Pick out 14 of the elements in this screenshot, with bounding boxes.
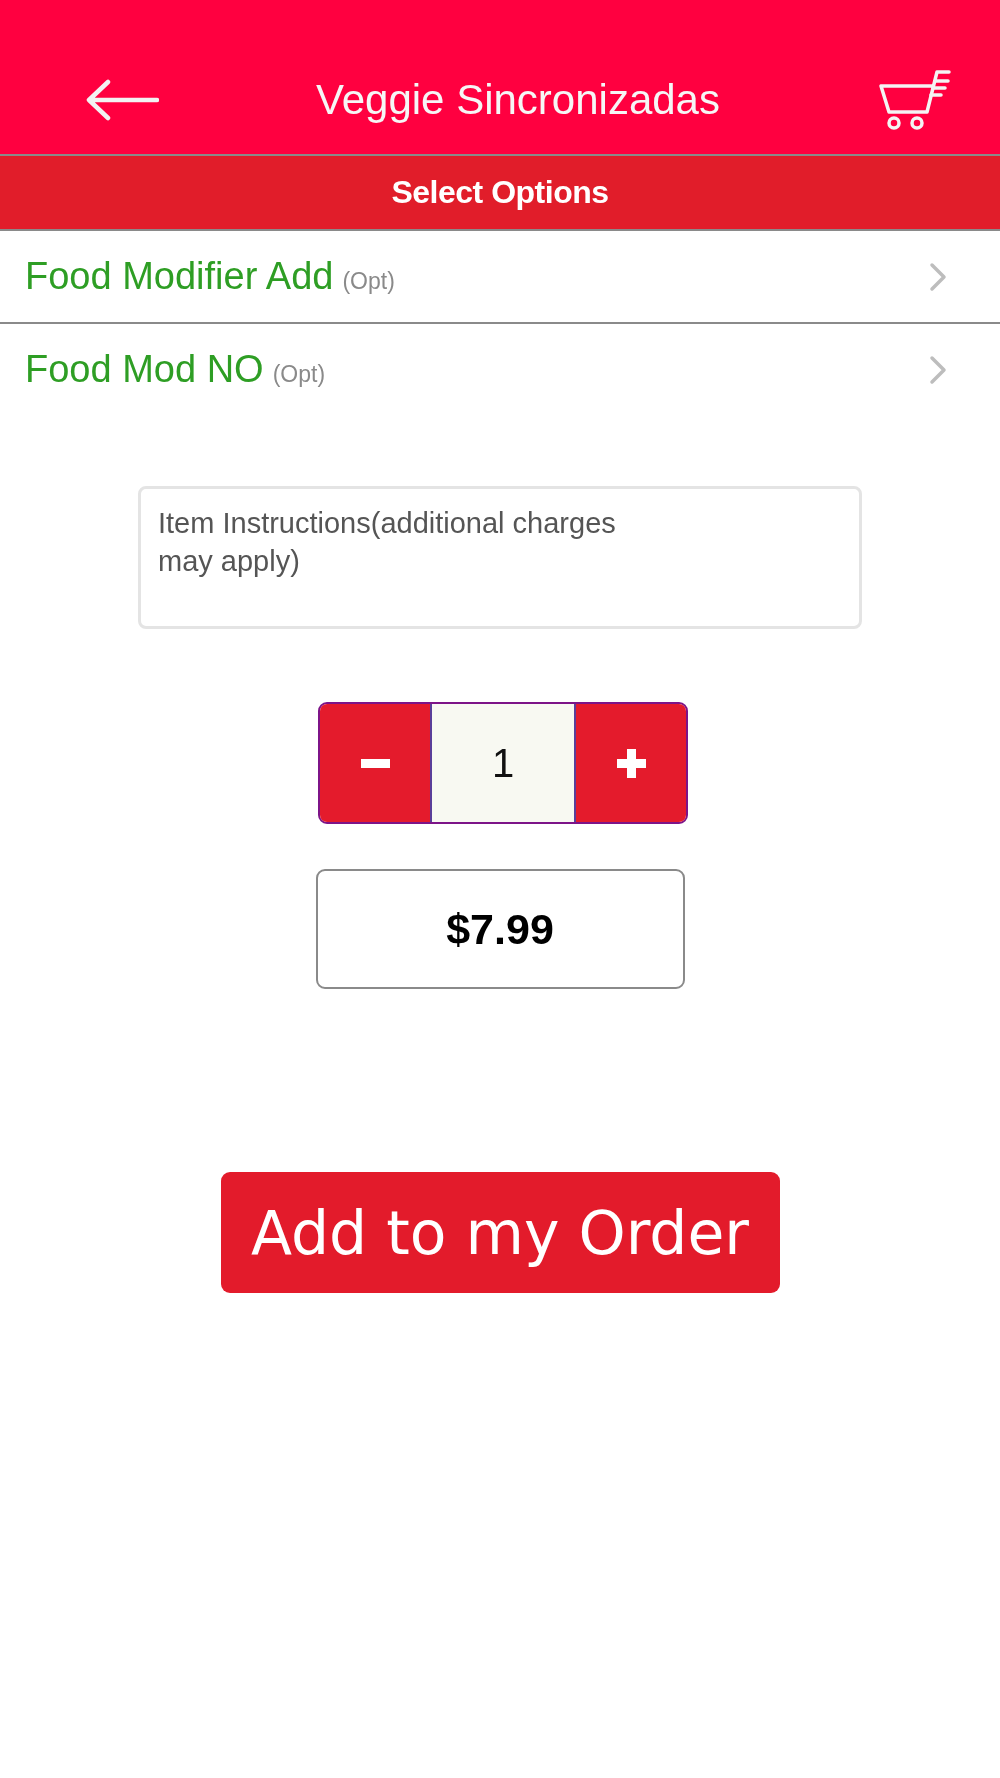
increase-button[interactable] xyxy=(576,704,686,822)
instructions-field[interactable]: Item Instructions(additional charges may apply) xyxy=(138,486,862,629)
back-icon[interactable] xyxy=(85,78,159,122)
chevron-right-icon xyxy=(929,261,947,292)
minus-icon xyxy=(360,758,390,768)
section-title: Select Options xyxy=(391,174,609,211)
decrease-button[interactable] xyxy=(320,704,430,822)
price-display: $7.99 xyxy=(315,869,685,989)
page-title: Veggie Sincronizadas xyxy=(316,75,720,125)
add-to-order-button[interactable]: Add to my Order xyxy=(220,1172,780,1293)
quantity-field[interactable]: 1 xyxy=(430,704,576,822)
plus-icon xyxy=(616,748,646,778)
shopping-cart-icon[interactable] xyxy=(877,69,951,131)
chevron-right-icon xyxy=(929,354,947,385)
